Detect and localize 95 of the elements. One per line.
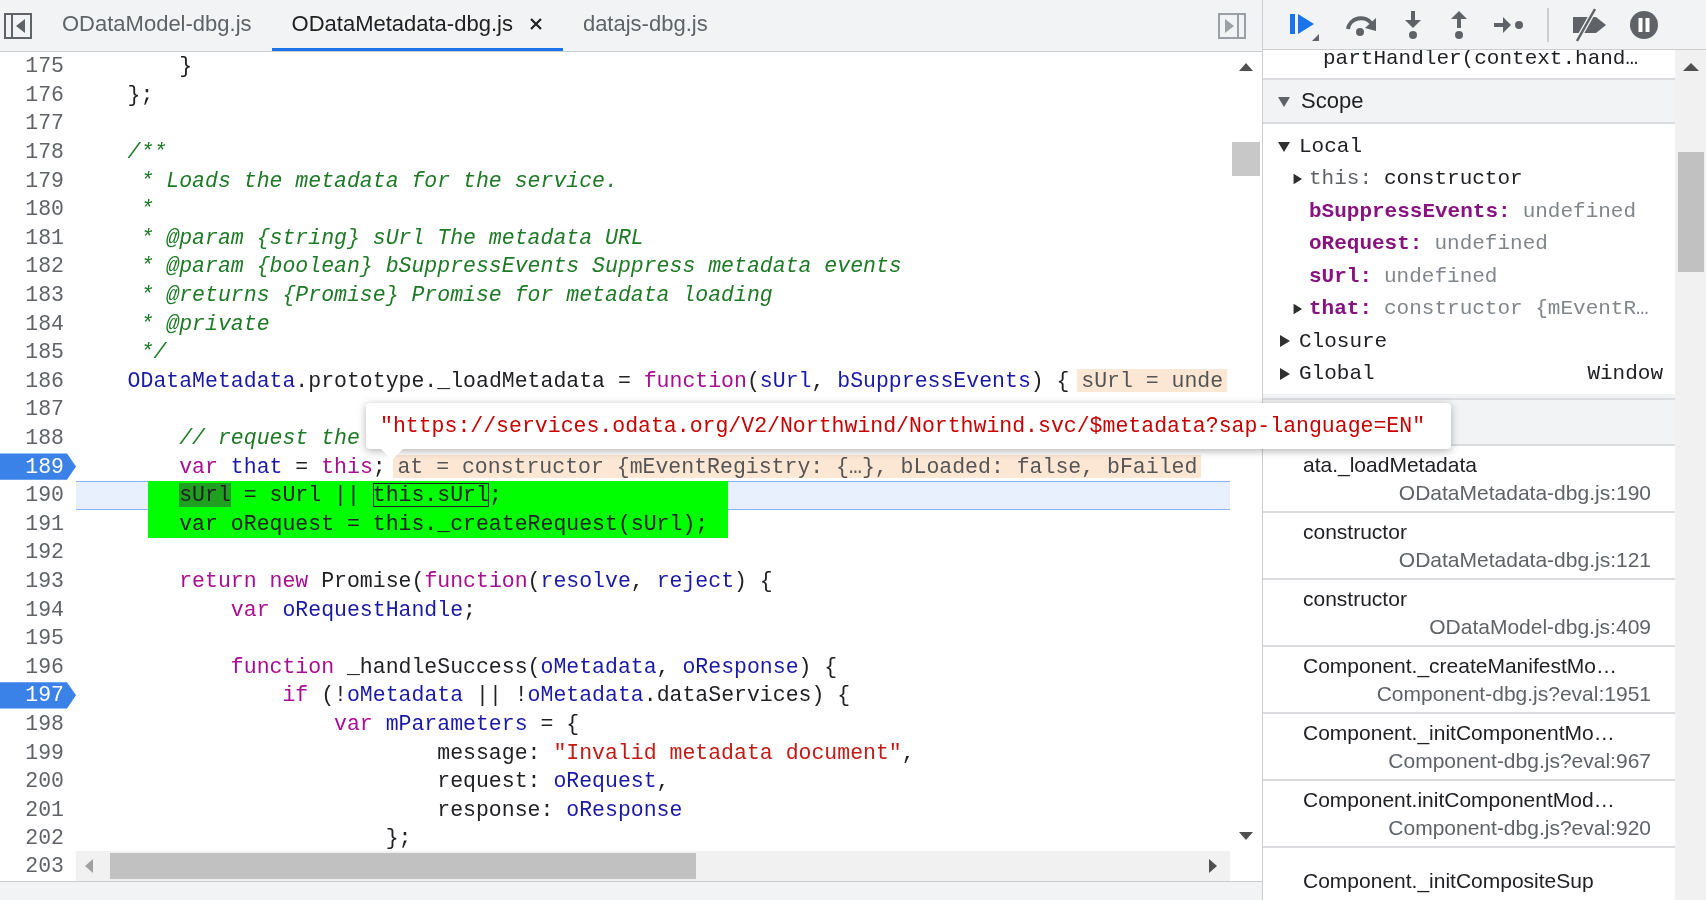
line-number: 203 [25,853,65,880]
code-line: request: oRequest, [436,768,670,796]
call-stack-frame[interactable]: Component._initCompositeSup [1263,848,1675,900]
line-number: 193 [25,568,65,595]
variable-value: undefined [1522,199,1637,223]
scrollbar-thumb[interactable] [110,853,696,879]
code-line: * @returns {Promise} Promise for metadata loading [139,282,773,310]
call-stack-frame[interactable]: constructor ODataMetadata-dbg.js:121 [1263,513,1675,580]
expand-triangle-icon[interactable] [1291,302,1303,315]
call-stack-frame[interactable]: ata._loadMetadata ODataMetadata-dbg.js:190 [1263,446,1675,513]
line-number: 199 [25,739,65,767]
code-line: return new Promise(function(resolve, reject) { [178,568,773,595]
line-number: 184 [25,310,65,338]
line-number: 194 [25,596,65,624]
call-stack-frame[interactable]: Component._initComponentMo… Component-dbg.js?eval:967 [1263,714,1675,781]
line-number: 180 [25,196,65,224]
line-number: 188 [25,425,65,452]
scrollbar-thumb[interactable] [1677,152,1704,272]
code-line: * @param {string} sUrl The metadata URL [139,224,644,252]
scroll-down-icon[interactable] [1239,831,1253,841]
line-number: 178 [25,139,65,167]
line-number: 192 [25,539,65,567]
scrollbar-thumb[interactable] [1232,142,1260,176]
scope-group[interactable]: Global [1299,362,1375,386]
code-line: var that = this; [178,453,386,481]
code-line: message: "Invalid metadata document", [436,739,915,767]
variable-value: undefined [1434,232,1548,256]
line-number: 185 [25,339,65,367]
code-line: * Loads the metadata for the service. [139,167,618,195]
code-line: } [178,53,193,81]
disclosure-triangle-icon[interactable] [1277,366,1291,381]
line-number: 182 [25,253,65,281]
line-number: 181 [25,224,65,252]
file-tab[interactable]: ODataModel-dbg.js [42,0,272,51]
line-number: 202 [25,825,65,851]
variable-name: that: [1309,297,1372,321]
scroll-up-icon[interactable] [1682,62,1699,72]
scope-value: Window [1587,362,1663,386]
code-line: * [139,196,154,224]
breakpoint-marker[interactable]: 189 [0,452,76,481]
call-stack-frame[interactable]: Component._createManifestMo… Component-dbg.js?eval:1951 [1263,647,1675,714]
scroll-up-icon[interactable] [1239,62,1253,72]
scroll-right-icon[interactable] [1208,859,1218,873]
line-number: 191 [25,510,65,538]
disclosure-triangle-icon[interactable] [1277,334,1291,349]
line-number: 190 [25,482,65,510]
code-line: if (!oMetadata || !oMetadata.dataServices) { [281,682,851,710]
line-number: 201 [25,796,65,824]
call-stack-frame[interactable]: constructor ODataModel-dbg.js:409 [1263,580,1675,647]
expand-triangle-icon[interactable] [1291,172,1303,185]
pause-icon[interactable] [1629,9,1659,40]
line-number: 183 [25,282,65,310]
variable-value: undefined [1384,264,1498,288]
code-line: ODataMetadata.prototype._loadMetadata = function(sUrl, bSuppressEvents) { [126,367,1070,395]
code-line: var oRequestHandle; [229,596,476,624]
disclosure-triangle-icon[interactable] [1277,139,1291,154]
call-stack-frame[interactable]: Component.initComponentMod… Component-dbg.js?eval:920 [1263,781,1675,848]
line-number: 179 [25,167,65,195]
line-number: 187 [25,396,65,424]
variable-value: constructor {mEventR… [1384,297,1649,321]
inline-value: at = constructor {mEventRegistry: {…}, bLoaded: false, bFailed [393,455,1202,479]
line-number: 175 [25,53,65,81]
code-line: * @private [139,310,270,338]
variable-name: oRequest: [1309,232,1423,256]
variable-name: bSuppressEvents: [1309,199,1511,223]
breakpoint-marker[interactable]: 197 [0,681,76,710]
line-number: 200 [25,768,65,796]
code-line: // request the [178,425,360,452]
scope-group[interactable]: Closure [1299,329,1388,353]
variable-value: constructor [1384,167,1523,191]
code-line: }; [126,81,154,109]
sidebar-toggle-icon[interactable] [4,12,32,39]
code-line: var mParameters = { [333,710,580,738]
code-line: function _handleSuccess(oMetadata, oResponse) { [229,653,838,681]
code-line: response: oResponse [436,796,683,824]
file-tab[interactable]: ODataMetadata-dbg.js [271,0,563,51]
deactivate-breakpoints-icon[interactable] [1571,7,1607,42]
code-line: * @param {boolean} bSuppressEvents Suppress metadata events [139,253,902,281]
variable-name: this: [1309,167,1372,191]
value-tooltip: "https://services.odata.org/V2/Northwind/Northwind.svc/$metadata?sap-language=EN" [366,403,1451,449]
close-icon[interactable] [528,17,543,31]
code-line: */ [139,339,167,367]
sidebar-toggle-icon[interactable] [1218,12,1246,39]
line-number: 177 [25,110,65,138]
inline-value: sUrl = unde [1077,369,1228,393]
scope-group[interactable]: Local [1299,134,1362,158]
line-number: 186 [25,367,65,395]
line-number: 198 [25,710,65,738]
code-line: }; [384,825,412,851]
line-number: 196 [25,653,65,681]
variable-name: sUrl: [1309,264,1372,288]
line-number: 176 [25,81,65,109]
line-number: 195 [25,625,65,653]
code-line: /** [126,139,167,167]
file-tab[interactable]: datajs-dbg.js [562,0,728,51]
